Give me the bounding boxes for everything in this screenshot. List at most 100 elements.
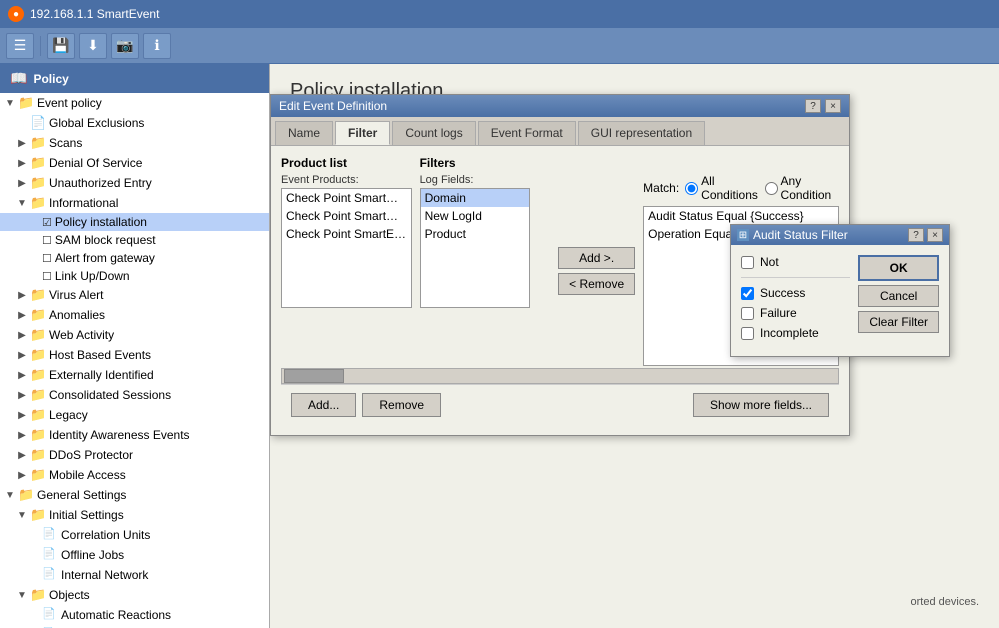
sidebar-item-link-up-down[interactable]: ☐ Link Up/Down (0, 267, 269, 285)
spacer (28, 609, 40, 621)
sidebar-item-web-activity[interactable]: ▶ 📁 Web Activity (0, 325, 269, 345)
list-item[interactable]: Check Point SmartEvent Cli... (282, 225, 411, 243)
scrollbar[interactable] (281, 368, 839, 384)
not-label: Not (760, 255, 779, 269)
audit-checkboxes: Not Success Failure Incomplete (741, 255, 850, 346)
sidebar-item-label: Identity Awareness Events (49, 428, 190, 442)
file-icon: 📄 (42, 527, 58, 543)
footer-add-btn[interactable]: Add... (291, 393, 356, 417)
sidebar-item-label: Initial Settings (49, 508, 124, 522)
expand-icon: ▶ (16, 309, 28, 321)
sidebar-item-label: Scans (49, 136, 82, 150)
sidebar-header: 📖 Policy (0, 64, 269, 93)
show-more-fields-btn[interactable]: Show more fields... (693, 393, 829, 417)
expand-icon: ▶ (16, 409, 28, 421)
failure-row: Failure (741, 306, 850, 320)
footer-remove-btn[interactable]: Remove (362, 393, 441, 417)
toolbar-save-btn[interactable]: 💾 (47, 33, 75, 59)
list-item[interactable]: Product (421, 225, 529, 243)
tab-filter[interactable]: Filter (335, 121, 390, 145)
dialog-help-btn[interactable]: ? (805, 99, 821, 113)
sidebar-item-label: Legacy (49, 408, 88, 422)
sidebar-item-label: Policy installation (55, 215, 147, 229)
success-checkbox[interactable] (741, 287, 754, 300)
sidebar-item-consolidated-sessions[interactable]: ▶ 📁 Consolidated Sessions (0, 385, 269, 405)
file-icon: 📄 (42, 547, 58, 563)
sidebar-item-global-exclusions[interactable]: 📄 Global Exclusions (0, 113, 269, 133)
sidebar-item-policy-installation[interactable]: ☑ Policy installation (0, 213, 269, 231)
expand-icon: ▶ (16, 157, 28, 169)
toolbar-sep-1 (40, 36, 41, 56)
ok-btn[interactable]: OK (858, 255, 939, 281)
sidebar-item-alert-from-gateway[interactable]: ☐ Alert from gateway (0, 249, 269, 267)
any-condition-radio[interactable]: Any Condition (765, 174, 839, 202)
remove-button[interactable]: < Remove (558, 273, 635, 295)
tab-count-logs[interactable]: Count logs (392, 121, 475, 145)
list-item[interactable]: Check Point SmartConsole (282, 189, 411, 207)
sidebar: 📖 Policy ▼ 📁 Event policy 📄 Global Exclu… (0, 64, 270, 628)
sidebar-item-initial-settings[interactable]: ▼ 📁 Initial Settings (0, 505, 269, 525)
list-item[interactable]: Audit Status Equal {Success} (644, 207, 838, 225)
incomplete-row: Incomplete (741, 326, 850, 340)
sidebar-item-anomalies[interactable]: ▶ 📁 Anomalies (0, 305, 269, 325)
sidebar-item-automatic-reactions[interactable]: 📄 Automatic Reactions (0, 605, 269, 625)
sidebar-item-externally-identified[interactable]: ▶ 📁 Externally Identified (0, 365, 269, 385)
list-item[interactable]: New LogId (421, 207, 529, 225)
product-list-panel: Product list Event Products: Check Point… (281, 156, 412, 366)
audit-buttons: OK Cancel Clear Filter (858, 255, 939, 346)
expand-icon: ▶ (16, 137, 28, 149)
audit-help-btn[interactable]: ? (908, 228, 924, 242)
log-fields-list[interactable]: Domain New LogId Product (420, 188, 530, 308)
audit-filter-dialog: ⊞ Audit Status Filter ? × Not (730, 224, 950, 357)
toolbar-screenshot-btn[interactable]: 📷 (111, 33, 139, 59)
sidebar-item-label: Automatic Reactions (61, 608, 171, 622)
sidebar-item-label: Alert from gateway (55, 251, 155, 265)
sidebar-item-unauthorized-entry[interactable]: ▶ 📁 Unauthorized Entry (0, 173, 269, 193)
audit-filter-title: Audit Status Filter (753, 228, 848, 242)
sidebar-item-host-based-events[interactable]: ▶ 📁 Host Based Events (0, 345, 269, 365)
list-item[interactable]: Domain (421, 189, 529, 207)
sidebar-item-legacy[interactable]: ▶ 📁 Legacy (0, 405, 269, 425)
sidebar-item-objects[interactable]: ▼ 📁 Objects (0, 585, 269, 605)
audit-close-btn[interactable]: × (927, 228, 943, 242)
toolbar-info-btn[interactable]: ℹ (143, 33, 171, 59)
incomplete-label: Incomplete (760, 326, 819, 340)
sidebar-item-label: SAM block request (55, 233, 156, 247)
filters-title: Filters (420, 156, 551, 170)
sidebar-item-virus-alert[interactable]: ▶ 📁 Virus Alert (0, 285, 269, 305)
sidebar-item-correlation-units[interactable]: 📄 Correlation Units (0, 525, 269, 545)
not-checkbox[interactable] (741, 256, 754, 269)
tab-name[interactable]: Name (275, 121, 333, 145)
cancel-btn[interactable]: Cancel (858, 285, 939, 307)
audit-filter-titlebar: ⊞ Audit Status Filter ? × (731, 225, 949, 245)
match-row: Match: All Conditions Any Condition (643, 174, 839, 202)
add-button[interactable]: Add >. (558, 247, 635, 269)
expand-icon: ▼ (4, 489, 16, 501)
event-products-list[interactable]: Check Point SmartConsole Check Point Sma… (281, 188, 412, 308)
sidebar-item-denial-of-service[interactable]: ▶ 📁 Denial Of Service (0, 153, 269, 173)
sidebar-item-mobile-access[interactable]: ▶ 📁 Mobile Access (0, 465, 269, 485)
incomplete-checkbox[interactable] (741, 327, 754, 340)
dialog-close-btn[interactable]: × (825, 99, 841, 113)
tab-gui-representation[interactable]: GUI representation (578, 121, 705, 145)
sidebar-item-sam-block-request[interactable]: ☐ SAM block request (0, 231, 269, 249)
toolbar: ☰ 💾 ⬇ 📷 ℹ (0, 28, 999, 64)
toolbar-download-btn[interactable]: ⬇ (79, 33, 107, 59)
sidebar-item-ddos-protector[interactable]: ▶ 📁 DDoS Protector (0, 445, 269, 465)
toolbar-menu-btn[interactable]: ☰ (6, 33, 34, 59)
failure-checkbox[interactable] (741, 307, 754, 320)
tab-event-format[interactable]: Event Format (478, 121, 576, 145)
sidebar-item-offline-jobs[interactable]: 📄 Offline Jobs (0, 545, 269, 565)
sidebar-item-event-policy[interactable]: ▼ 📁 Event policy (0, 93, 269, 113)
all-conditions-radio[interactable]: All Conditions (685, 174, 758, 202)
list-item[interactable]: Check Point SmartDashbo... (282, 207, 411, 225)
app-icon: ● (8, 6, 24, 22)
sidebar-item-identity-awareness-events[interactable]: ▶ 📁 Identity Awareness Events (0, 425, 269, 445)
sidebar-item-informational[interactable]: ▼ 📁 Informational (0, 193, 269, 213)
sidebar-item-scans[interactable]: ▶ 📁 Scans (0, 133, 269, 153)
sidebar-item-general-settings[interactable]: ▼ 📁 General Settings (0, 485, 269, 505)
sidebar-item-label: Offline Jobs (61, 548, 124, 562)
clear-filter-btn[interactable]: Clear Filter (858, 311, 939, 333)
sidebar-item-label: Anomalies (49, 308, 105, 322)
sidebar-item-internal-network[interactable]: 📄 Internal Network (0, 565, 269, 585)
